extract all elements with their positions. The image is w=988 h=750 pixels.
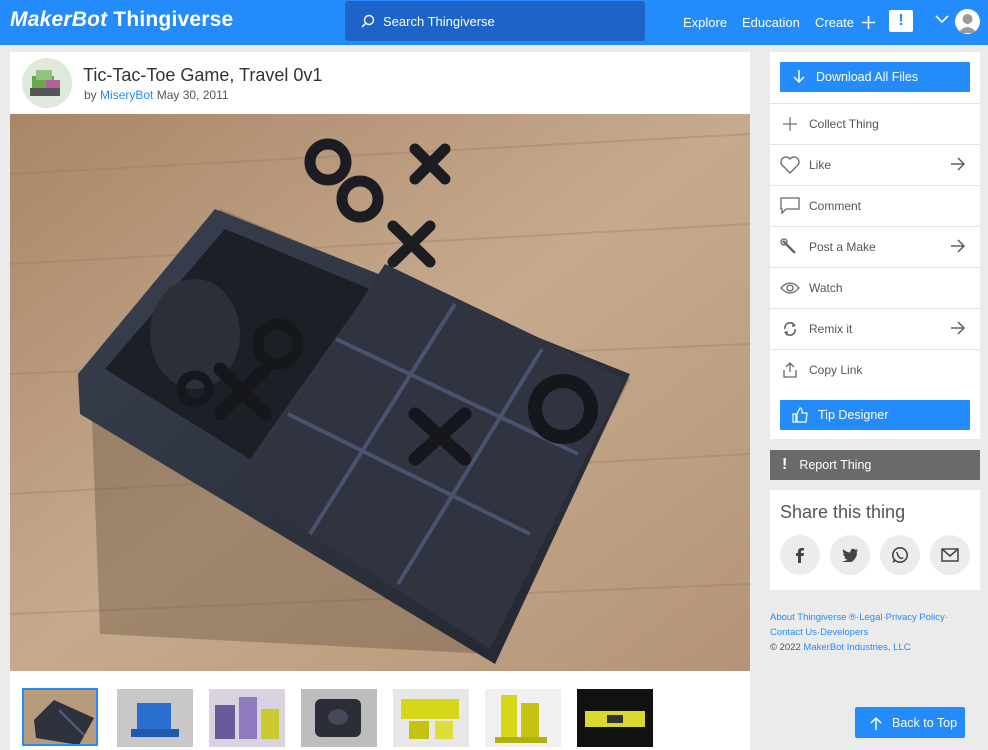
thumbnail-image <box>301 689 377 747</box>
comment-label: Comment <box>809 199 862 213</box>
thing-actions-panel: Download All Files Collect Thing Like Co… <box>770 52 980 439</box>
gallery-thumbnail[interactable] <box>577 689 653 747</box>
legal-link[interactable]: Legal <box>859 612 882 623</box>
thumbnail-image <box>485 689 561 747</box>
download-label: Download All Files <box>816 70 919 84</box>
thing-avatar-image <box>22 58 72 108</box>
share-upload-icon <box>780 360 800 380</box>
back-to-top-label: Back to Top <box>892 715 958 730</box>
arrow-right-icon <box>951 157 965 171</box>
copyright: © 2022 MakerBot Industries, LLC <box>770 640 980 655</box>
chevron-down-icon[interactable] <box>935 14 949 24</box>
tip-label: Tip Designer <box>818 408 889 422</box>
share-title: Share this thing <box>780 502 906 522</box>
thing-header: Tic-Tac-Toe Game, Travel 0v1 by MiseryBo… <box>10 52 750 114</box>
byline-prefix: by <box>84 88 97 102</box>
user-avatar[interactable] <box>955 9 980 34</box>
nav-education[interactable]: Education <box>742 0 800 45</box>
facebook-icon[interactable] <box>780 535 820 575</box>
remix-label: Remix it <box>809 322 853 336</box>
user-icon <box>958 14 977 33</box>
comment-button[interactable]: Comment <box>770 185 980 226</box>
remix-button[interactable]: Remix it <box>770 308 980 349</box>
download-arrow-icon <box>793 70 805 84</box>
notifications-button[interactable]: ! <box>889 10 913 32</box>
collect-thing-button[interactable]: Collect Thing <box>770 103 980 144</box>
watch-button[interactable]: Watch <box>770 267 980 308</box>
thumbnail-image <box>24 690 96 744</box>
author-link[interactable]: MiseryBot <box>100 88 153 102</box>
main-thing-image[interactable] <box>10 114 750 671</box>
whatsapp-icon[interactable] <box>880 535 920 575</box>
top-navigation-bar: MakerBot Thingiverse Search Thingiverse E… <box>0 0 988 45</box>
nav-explore[interactable]: Explore <box>683 0 727 45</box>
nav-create-label: Create <box>815 15 855 30</box>
tip-designer-button[interactable]: Tip Designer <box>780 400 970 430</box>
remix-icon <box>780 319 800 339</box>
like-label: Like <box>809 158 832 172</box>
thing-title: Tic-Tac-Toe Game, Travel 0v1 <box>83 65 323 85</box>
gallery-thumbnail[interactable] <box>22 688 98 746</box>
arrow-up-icon <box>870 716 882 730</box>
thing-avatar[interactable] <box>22 58 72 108</box>
thumbnail-gallery <box>10 671 750 750</box>
thumbnail-image <box>393 689 469 747</box>
arrow-right-icon <box>951 321 965 335</box>
plus-icon <box>780 114 800 134</box>
thumbs-up-icon <box>792 407 808 423</box>
copy-link-button[interactable]: Copy Link <box>770 349 980 390</box>
thumbnail-image <box>209 689 285 747</box>
heart-icon <box>780 155 800 175</box>
like-button[interactable]: Like <box>770 144 980 185</box>
arrow-right-icon <box>951 239 965 253</box>
report-label: Report Thing <box>799 458 872 472</box>
download-all-files-button[interactable]: Download All Files <box>780 62 970 92</box>
post-make-label: Post a Make <box>809 240 876 254</box>
search-box[interactable]: Search Thingiverse <box>345 1 645 41</box>
thing-byline: by MiseryBot May 30, 2011 <box>84 88 229 102</box>
logo-product: Thingiverse <box>113 8 234 31</box>
publish-date: May 30, 2011 <box>156 88 229 102</box>
share-panel: Share this thing <box>770 490 980 590</box>
gallery-thumbnail[interactable] <box>301 689 377 747</box>
footer-row-1: About Thingiverse ®·Legal·Privacy Policy… <box>770 610 980 625</box>
gallery-thumbnail[interactable] <box>209 689 285 747</box>
thumbnail-image <box>577 689 653 747</box>
about-link[interactable]: About Thingiverse ® <box>770 612 856 623</box>
eye-icon <box>780 278 800 298</box>
report-thing-button[interactable]: ! Report Thing <box>770 450 980 480</box>
search-icon <box>361 14 375 28</box>
gallery-thumbnail[interactable] <box>485 689 561 747</box>
collect-label: Collect Thing <box>809 117 879 131</box>
gallery-thumbnail[interactable] <box>393 689 469 747</box>
developers-link[interactable]: Developers <box>820 627 868 638</box>
company-link[interactable]: MakerBot Industries, LLC <box>803 642 910 653</box>
footer-separator: · <box>944 612 948 623</box>
gallery-thumbnail[interactable] <box>117 689 193 747</box>
copy-link-label: Copy Link <box>809 363 863 377</box>
email-icon[interactable] <box>930 535 970 575</box>
copyright-prefix: © 2022 <box>770 642 801 653</box>
nav-create[interactable]: Create <box>815 0 876 45</box>
watch-label: Watch <box>809 281 843 295</box>
wrench-icon <box>780 237 800 257</box>
makerbot-thingiverse-logo[interactable]: MakerBot Thingiverse <box>10 8 233 32</box>
plus-icon <box>862 16 876 29</box>
back-to-top-button[interactable]: Back to Top <box>855 707 965 738</box>
post-a-make-button[interactable]: Post a Make <box>770 226 980 267</box>
twitter-icon[interactable] <box>830 535 870 575</box>
thumbnail-image <box>117 689 193 747</box>
tic-tac-toe-box-photo <box>10 114 750 671</box>
comment-icon <box>780 196 800 216</box>
footer-links: About Thingiverse ®·Legal·Privacy Policy… <box>770 610 980 655</box>
logo-brand: MakerBot <box>10 8 108 31</box>
footer-row-2: Contact Us·Developers <box>770 625 980 640</box>
alert-icon: ! <box>782 456 788 473</box>
contact-link[interactable]: Contact Us <box>770 627 817 638</box>
privacy-link[interactable]: Privacy Policy <box>886 612 945 623</box>
search-placeholder: Search Thingiverse <box>383 13 495 29</box>
